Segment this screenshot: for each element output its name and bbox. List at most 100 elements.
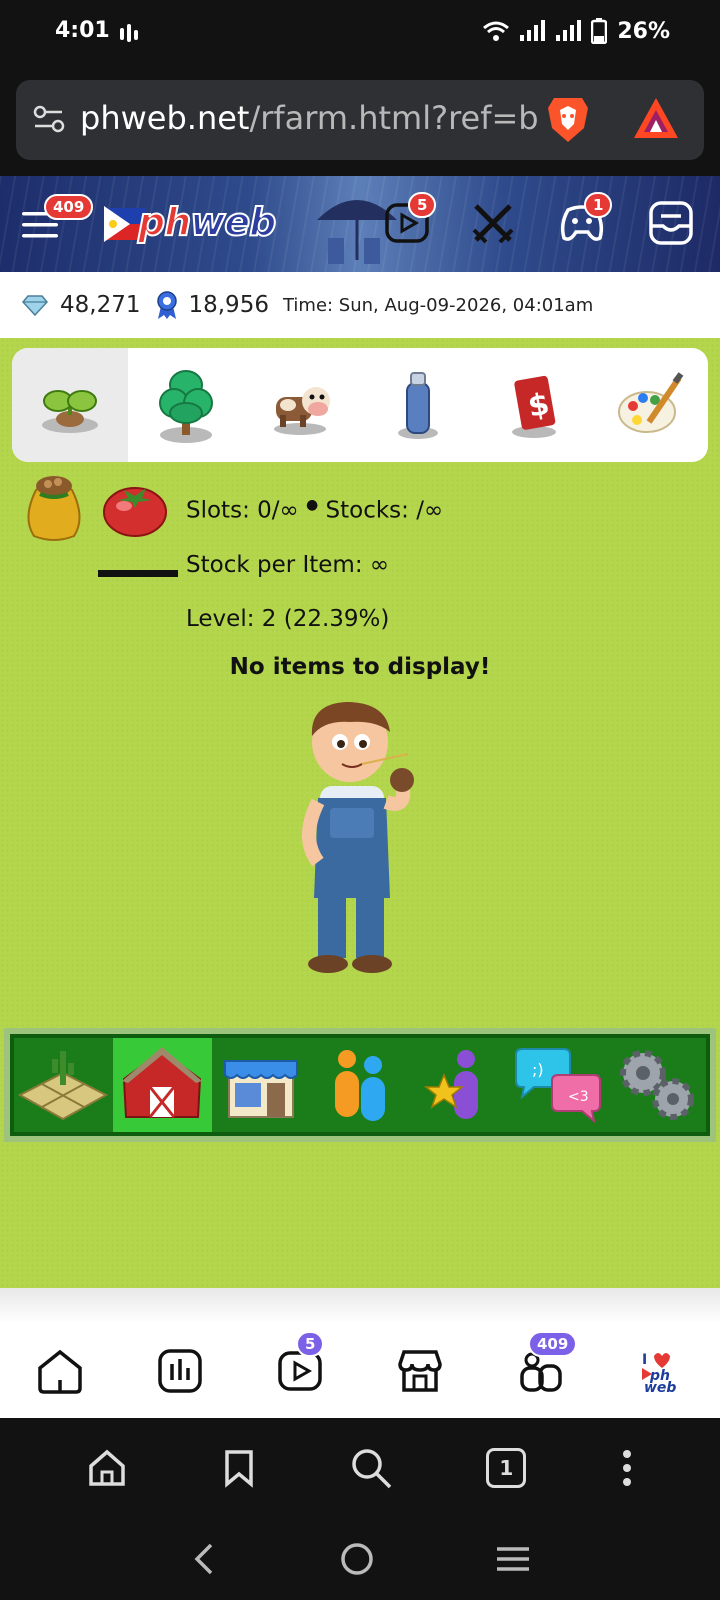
tab-seeds[interactable] — [12, 348, 128, 462]
back-icon[interactable] — [189, 1541, 219, 1577]
browser-search-icon[interactable] — [350, 1447, 392, 1489]
currency-row: 48,271 18,956 Time: Sun, Aug-09-2026, 04… — [0, 272, 720, 338]
menu-chat[interactable]: ;) <3 — [508, 1038, 607, 1132]
system-nav-bar — [0, 1518, 720, 1600]
nav-groups-badge: 409 — [528, 1331, 578, 1357]
svg-text:web: web — [644, 1380, 676, 1394]
browser-home-icon[interactable] — [87, 1448, 127, 1488]
site-nav-items: 5 409 Iph web — [0, 1324, 720, 1418]
svg-text:<3: <3 — [568, 1089, 589, 1105]
status-right: 26% — [483, 18, 670, 44]
menu-settings[interactable] — [607, 1038, 706, 1132]
i-love-phweb-icon: Iphweb — [642, 1352, 676, 1394]
menu-shop[interactable] — [212, 1038, 311, 1132]
gem-icon — [22, 295, 48, 316]
logo-text: phweb — [137, 199, 277, 245]
activity-icon — [120, 24, 138, 42]
menu-neighbors[interactable] — [311, 1038, 410, 1132]
url-path: /rfarm.html?ref=barn — [249, 99, 540, 137]
menu-barn[interactable] — [112, 1038, 212, 1132]
selected-item-underline — [98, 570, 178, 577]
url-host: phweb.net — [80, 99, 250, 137]
ribbon-icon — [157, 291, 178, 319]
more-menu-icon[interactable] — [621, 1448, 633, 1488]
signal-icon-2 — [556, 20, 582, 41]
home-circle-icon[interactable] — [339, 1541, 375, 1577]
url-bar[interactable]: phweb.net/rfarm.html?ref=barn — [16, 80, 704, 160]
nav-profile[interactable]: Iph web — [630, 1341, 690, 1401]
tab-paint[interactable] — [592, 348, 708, 462]
nav-reels-badge: 5 — [296, 1331, 325, 1357]
tomato-icon[interactable] — [102, 478, 168, 540]
tab-count: 1 — [499, 1456, 514, 1480]
tab-switcher[interactable]: 1 — [486, 1448, 527, 1488]
store-icon — [398, 1350, 442, 1392]
sprout-icon — [42, 390, 98, 433]
phweb-logo[interactable]: phweb — [102, 199, 277, 246]
gem-count: 48,271 — [60, 292, 141, 318]
cow-icon — [274, 387, 330, 435]
game-bottom-menu-inner: ;) <3 — [10, 1034, 710, 1136]
battery-percent: 26% — [617, 18, 670, 44]
category-tabs: $ — [12, 348, 708, 462]
site-bottom-nav: 5 409 Iph web — [0, 1288, 720, 1418]
stock-per-item: Stock per Item: ∞ — [186, 551, 390, 578]
games-badge: 1 — [584, 192, 613, 218]
slots-stocks-line: Slots: 0/∞ ● Stocks: /∞ — [186, 478, 443, 538]
nav-shop[interactable] — [390, 1341, 450, 1401]
battery-icon — [591, 18, 608, 44]
spray-can-icon — [398, 372, 438, 439]
tab-animals[interactable] — [244, 348, 360, 462]
bat-rewards-icon[interactable] — [632, 96, 680, 140]
stocks-text: Stocks: /∞ — [325, 497, 444, 524]
empty-message: No items to display! — [229, 654, 491, 680]
recents-icon[interactable] — [495, 1544, 531, 1574]
nav-shadow — [0, 1288, 720, 1324]
nav-stats[interactable] — [150, 1341, 210, 1401]
palette-icon — [618, 372, 684, 433]
level-text: Level: 2 (22.39%) — [186, 605, 390, 632]
home-icon — [38, 1349, 82, 1394]
status-bar: 4:01 26% — [0, 0, 720, 66]
tab-trees[interactable] — [128, 348, 244, 462]
menu-farm[interactable] — [14, 1038, 113, 1132]
barn-icon — [122, 1047, 203, 1118]
separator-dot: ● — [305, 497, 319, 513]
nav-groups[interactable]: 409 — [510, 1331, 578, 1401]
game-time: Time: Sun, Aug-09-2026, 04:01am — [282, 294, 594, 316]
neighbors-icon — [335, 1050, 385, 1121]
svg-text:I: I — [642, 1352, 647, 1368]
reels-badge: 5 — [408, 192, 437, 218]
star-person-icon — [423, 1050, 478, 1119]
inbox-icon[interactable] — [648, 200, 694, 246]
menu-badge: 409 — [44, 194, 94, 220]
brave-shields-icon[interactable] — [544, 94, 592, 144]
nav-home[interactable] — [30, 1341, 90, 1401]
tree-icon — [159, 370, 213, 443]
menu-achievements[interactable] — [409, 1038, 508, 1132]
seed-bag-icon[interactable] — [22, 468, 86, 544]
tab-money[interactable]: $ — [476, 348, 592, 462]
barn-info: Slots: 0/∞ ● Stocks: /∞ Stock per Item: … — [186, 478, 443, 646]
slots-text: Slots: 0/∞ — [186, 497, 299, 524]
farm-field-icon — [18, 1051, 109, 1121]
url-text[interactable]: phweb.net/rfarm.html?ref=barn — [80, 99, 540, 137]
farmer-illustration — [302, 702, 414, 973]
game-bottom-menu: ;) <3 — [4, 1028, 716, 1142]
site-settings-icon[interactable] — [32, 102, 66, 136]
wifi-icon — [483, 21, 510, 41]
nav-reels[interactable]: 5 — [270, 1331, 330, 1401]
gears-icon — [619, 1050, 694, 1120]
shop-icon — [224, 1060, 299, 1118]
status-time: 4:01 — [55, 18, 110, 43]
battle-swords-icon[interactable] — [470, 200, 516, 246]
chat-bubbles-icon: ;) <3 — [514, 1048, 601, 1124]
tab-decor[interactable] — [360, 348, 476, 462]
signal-icon — [520, 20, 546, 41]
browser-toolbar: 1 — [0, 1418, 720, 1518]
bookmark-icon[interactable] — [222, 1448, 256, 1488]
cash-icon: $ — [512, 375, 556, 438]
svg-text:;): ;) — [532, 1060, 544, 1079]
stats-icon — [158, 1349, 202, 1393]
site-header: 409 phweb 5 1 — [0, 176, 720, 272]
